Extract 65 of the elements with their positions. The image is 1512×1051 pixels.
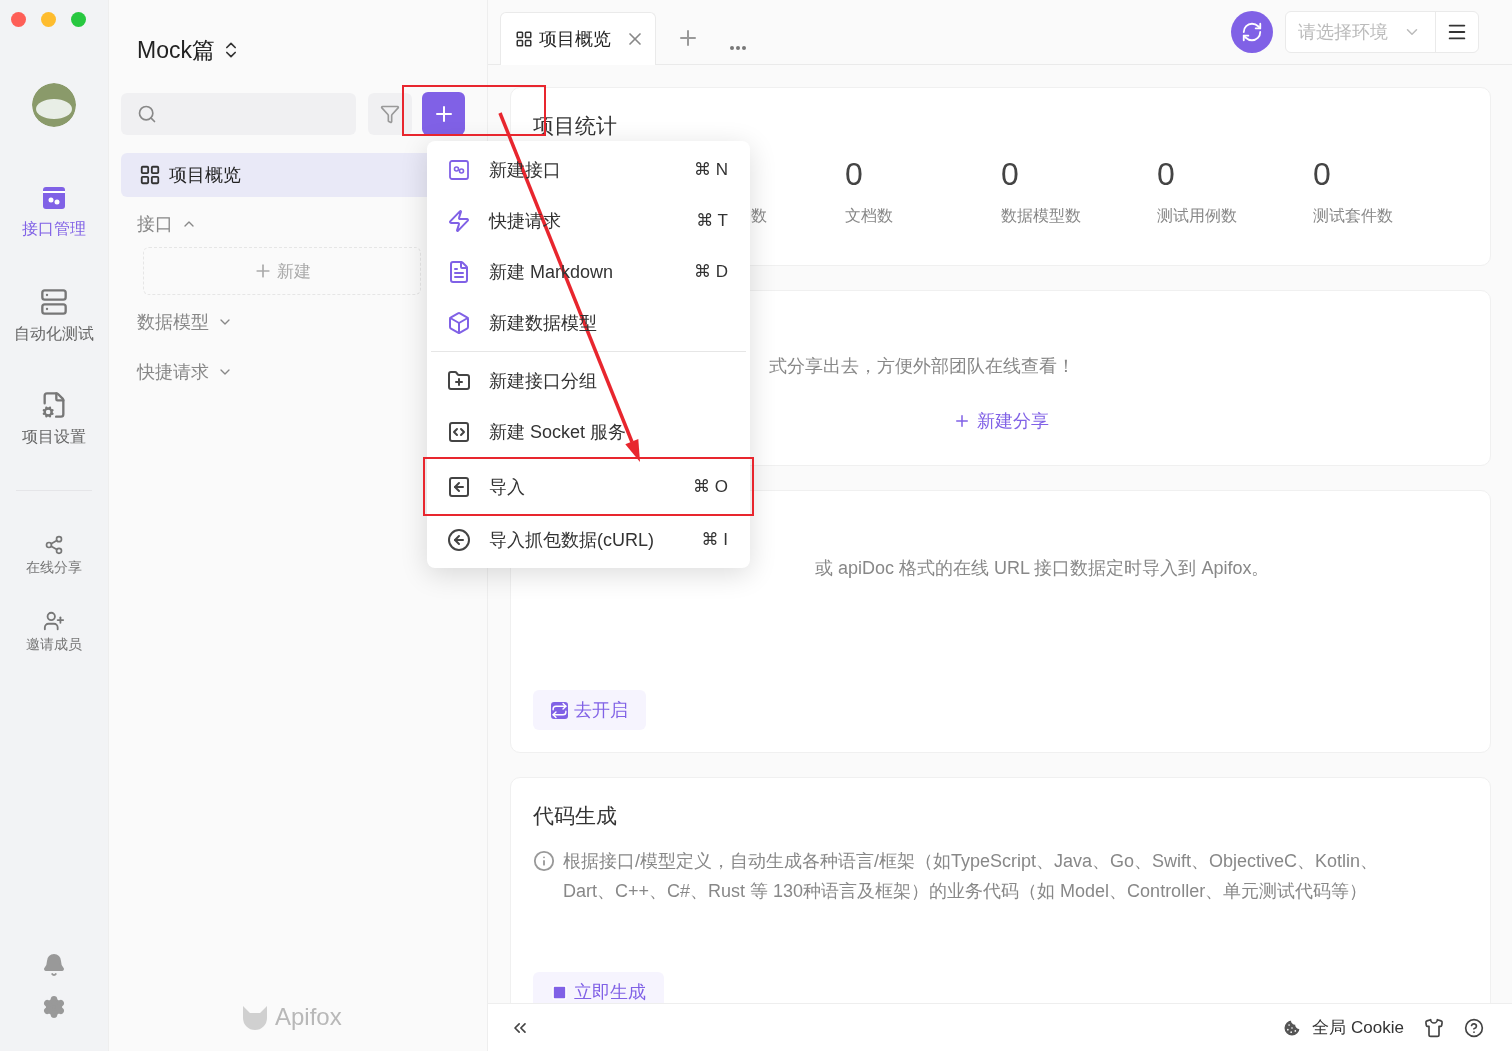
tree-group[interactable]: 数据模型 — [121, 298, 487, 345]
api-icon — [447, 157, 471, 182]
info-icon — [533, 850, 555, 872]
project-title[interactable]: Mock篇 — [137, 34, 215, 66]
stat-value: 0 — [1313, 156, 1332, 194]
filter-button[interactable] — [368, 92, 412, 135]
help-button[interactable] — [1464, 1017, 1484, 1038]
search-icon — [137, 103, 157, 124]
tab[interactable]: 项目概览 — [500, 12, 656, 65]
stat-value: 0 — [1001, 156, 1020, 194]
stat-value: 0 — [1157, 156, 1176, 194]
rail-nav-item[interactable]: 项目设置 — [22, 391, 86, 494]
menu-item[interactable]: 导入抓包数据(cURL) ⌘ I — [427, 514, 750, 565]
share-icon — [44, 535, 64, 555]
new-share-link[interactable]: 新建分享 — [952, 409, 1049, 433]
theme-button[interactable] — [1424, 1017, 1444, 1038]
add-user-icon — [43, 610, 65, 632]
rail-nav-item[interactable]: 自动化测试 — [14, 288, 94, 391]
card-description: 根据接口/模型定义，自动生成各种语言/框架（如TypeScript、Java、Go、Swift、ObjectiveC、Kotlin、Dart、C++、C#、Rust 等 130种语言及框架）的业务代码（如 Model、Controller、单元测试代码等） — [563, 850, 1380, 903]
stat-label: 测试套件数 — [1313, 206, 1394, 226]
more-button[interactable] — [730, 46, 746, 50]
menu-item[interactable]: 导入 ⌘ O — [427, 461, 750, 512]
add-button[interactable] — [422, 92, 465, 135]
menu-item[interactable]: 新建 Socket 服务 — [427, 406, 750, 457]
filter-icon — [380, 103, 400, 124]
more-icon — [730, 46, 746, 50]
brand-name: Apifox — [275, 1003, 342, 1031]
enable-button[interactable]: 去开启 — [533, 690, 646, 730]
file-settings-icon — [40, 391, 68, 419]
card-title: 代码生成 — [533, 803, 618, 829]
bell-icon[interactable] — [42, 953, 66, 977]
document-icon — [447, 259, 471, 284]
cube-icon — [447, 310, 471, 335]
code-square-icon — [447, 419, 471, 444]
stat-label: 数 — [751, 206, 768, 226]
grid-icon — [515, 30, 533, 48]
rail-link[interactable]: 邀请成员 — [26, 610, 82, 685]
cookie-button[interactable]: 全局 Cookie — [1282, 1016, 1404, 1039]
logo-icon — [241, 1004, 269, 1030]
sync-button[interactable] — [1231, 11, 1273, 53]
help-icon — [1464, 1017, 1484, 1038]
grid-icon — [139, 164, 161, 186]
settings-icon[interactable] — [42, 995, 66, 1019]
terminal-icon — [551, 983, 568, 1001]
server-icon — [40, 288, 68, 316]
window-control[interactable] — [11, 12, 26, 27]
repeat-icon — [551, 701, 568, 719]
rail-nav-item[interactable]: 接口管理 — [22, 185, 86, 288]
lightning-icon — [447, 208, 471, 233]
card-description: 式分享出去，方便外部团队在线查看！ — [769, 355, 1076, 378]
generate-button[interactable]: 立即生成 — [533, 972, 664, 1003]
stat-label: 文档数 — [845, 206, 894, 226]
folder-plus-icon — [447, 368, 471, 393]
stat-value: 0 — [845, 156, 864, 194]
shirt-icon — [1424, 1017, 1444, 1038]
sync-icon — [1241, 21, 1263, 43]
tree-group[interactable]: 接口 — [121, 200, 487, 247]
cookie-icon — [1282, 1017, 1303, 1038]
api-icon — [41, 185, 67, 211]
import-icon — [447, 474, 471, 499]
rail-link[interactable]: 在线分享 — [26, 535, 82, 610]
avatar[interactable] — [32, 83, 76, 127]
stat-label: 数据模型数 — [1001, 206, 1082, 226]
stat-label: 测试用例数 — [1157, 206, 1238, 226]
card-description: 或 apiDoc 格式的在线 URL 接口数据定时导入到 Apifox。 — [815, 557, 1271, 580]
